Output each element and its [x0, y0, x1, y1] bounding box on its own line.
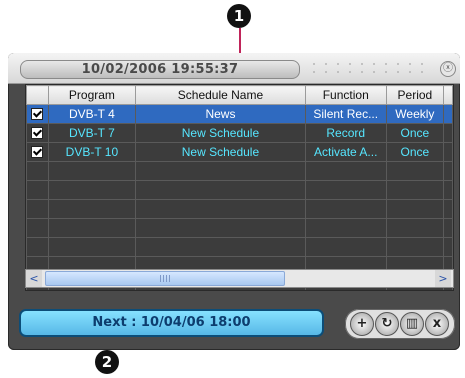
table-row-empty — [26, 218, 453, 238]
add-icon: + — [356, 316, 368, 331]
check-icon — [31, 108, 44, 120]
schedule-grid: Program Schedule Name Function Period DV… — [26, 85, 453, 290]
close-icon[interactable]: ⓧ — [440, 61, 456, 77]
callout-badge-1: 1 — [227, 4, 251, 28]
cell-function: Record — [304, 123, 387, 143]
refresh-icon: ↻ — [381, 316, 393, 331]
table-row-empty — [26, 237, 453, 257]
cell-period: Weekly — [385, 104, 445, 124]
add-schedule-button[interactable]: + — [350, 312, 374, 336]
table-row-empty — [26, 180, 453, 200]
column-header-extra — [443, 85, 453, 105]
cell-schedule-name: New Schedule — [135, 123, 306, 143]
cell-function: Silent Rec... — [304, 104, 387, 124]
datetime-display: 10/02/2006 19:55:37 — [20, 60, 300, 79]
table-row-empty — [26, 199, 453, 219]
check-icon — [31, 127, 44, 139]
column-header-period[interactable]: Period — [385, 85, 445, 105]
schedule-actions-group: + ↻ ▥ x — [345, 309, 455, 339]
column-header-check[interactable] — [26, 85, 49, 105]
row-checkbox[interactable] — [26, 123, 49, 143]
column-header-schedule-name[interactable]: Schedule Name — [135, 85, 306, 105]
cell-program: DVB-T 10 — [47, 142, 137, 162]
row-checkbox[interactable] — [26, 104, 49, 124]
scheduler-window: 10/02/2006 19:55:37 ⓧ Program Schedule N… — [8, 53, 460, 350]
cell-period: Once — [385, 142, 445, 162]
check-icon — [31, 146, 44, 158]
column-header-program[interactable]: Program — [47, 85, 137, 105]
table-row[interactable]: DVB-T 7 New Schedule Record Once — [26, 123, 453, 143]
scroll-left-icon[interactable]: < — [26, 270, 42, 287]
callout-badge-2: 2 — [95, 350, 119, 374]
table-row[interactable]: DVB-T 10 New Schedule Activate A... Once — [26, 142, 453, 162]
delete-all-icon: x — [432, 316, 442, 331]
table-row-empty — [26, 161, 453, 181]
scroll-thumb[interactable] — [45, 271, 285, 286]
next-schedule-display: Next : 10/04/06 18:00 — [19, 309, 324, 337]
drag-grip[interactable] — [308, 60, 433, 77]
thumb-grip-icon — [160, 275, 170, 282]
cell-program: DVB-T 4 — [47, 104, 137, 124]
scroll-right-icon[interactable]: > — [435, 270, 451, 287]
table-row[interactable]: DVB-T 4 News Silent Rec... Weekly — [26, 104, 453, 124]
refresh-button[interactable]: ↻ — [375, 312, 399, 336]
cell-program: DVB-T 7 — [47, 123, 137, 143]
title-bar[interactable]: 10/02/2006 19:55:37 ⓧ — [8, 53, 460, 84]
cell-function: Activate A... — [304, 142, 387, 162]
row-checkbox[interactable] — [26, 142, 49, 162]
cell-schedule-name: New Schedule — [135, 142, 306, 162]
cell-period: Once — [385, 123, 445, 143]
delete-all-button[interactable]: x — [425, 312, 449, 336]
table-header-row: Program Schedule Name Function Period — [26, 85, 453, 105]
schedule-table: Program Schedule Name Function Period DV… — [25, 84, 454, 291]
cell-schedule-name: News — [135, 104, 306, 124]
column-header-function[interactable]: Function — [304, 85, 387, 105]
trash-icon: ▥ — [405, 316, 419, 331]
horizontal-scrollbar[interactable]: < > — [25, 269, 454, 288]
delete-button[interactable]: ▥ — [400, 312, 424, 336]
